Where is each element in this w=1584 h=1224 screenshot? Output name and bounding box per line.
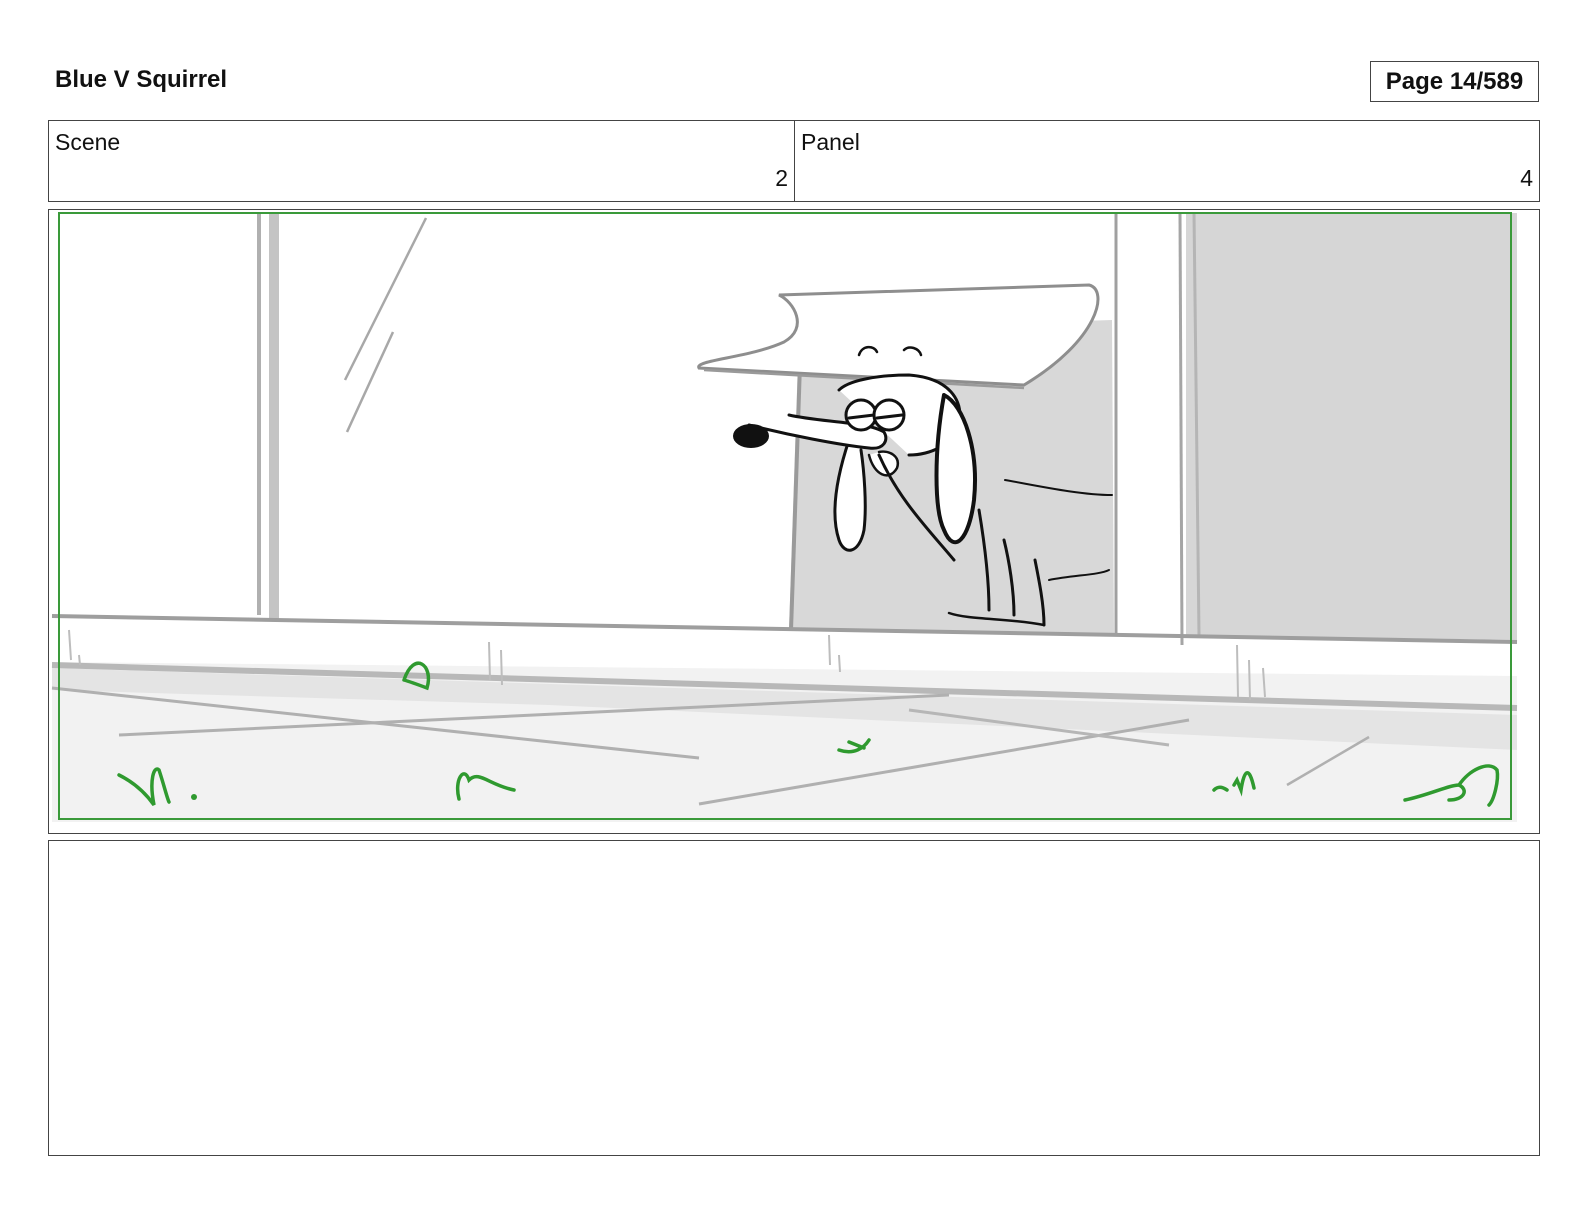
page-number: 14/589: [1449, 67, 1524, 95]
scene-value: 2: [775, 165, 788, 191]
scene-cell: Scene 2: [49, 121, 795, 201]
scene-panel-info: Scene 2 Panel 4: [48, 120, 1540, 202]
panel-label: Panel: [801, 129, 860, 155]
page-label: Page: [1385, 67, 1444, 95]
panel-value: 4: [1520, 165, 1533, 191]
panel-cell: Panel 4: [795, 121, 1539, 201]
storyboard-frame: [48, 209, 1540, 834]
storyboard-sketch: [51, 212, 1518, 822]
notes-box: [48, 840, 1540, 1156]
project-title: Blue V Squirrel: [55, 66, 228, 93]
page-indicator: Page 14/589: [1370, 61, 1539, 102]
scene-label: Scene: [55, 129, 121, 155]
